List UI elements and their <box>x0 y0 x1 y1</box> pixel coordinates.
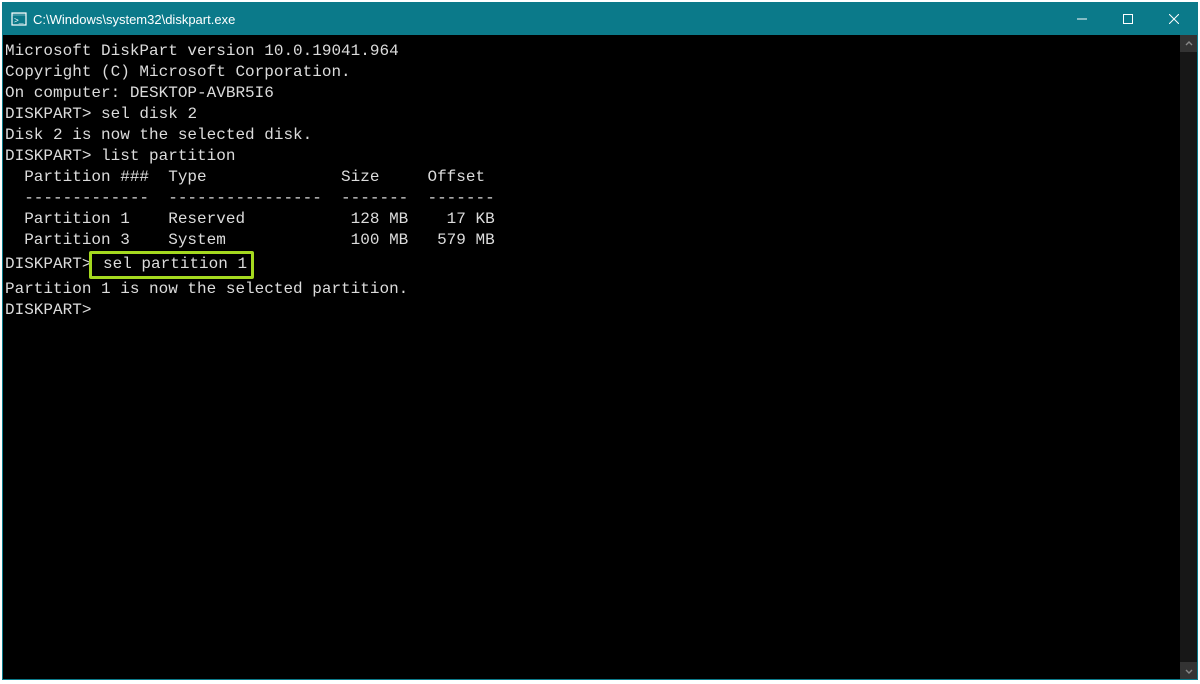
cmd-sel-disk: sel disk 2 <box>91 105 197 123</box>
scroll-down-button[interactable] <box>1180 662 1197 679</box>
terminal-output[interactable]: Microsoft DiskPart version 10.0.19041.96… <box>3 35 1180 679</box>
svg-text:>_: >_ <box>14 17 24 26</box>
maximize-button[interactable] <box>1105 3 1151 35</box>
scroll-track[interactable] <box>1180 52 1197 662</box>
cmd-list-partition: list partition <box>91 147 235 165</box>
cmd-line-highlighted: DISKPART> sel partition 1 <box>5 251 1180 279</box>
scroll-up-button[interactable] <box>1180 35 1197 52</box>
prompt-text: DISKPART> <box>5 147 91 165</box>
copyright-line: Copyright (C) Microsoft Corporation. <box>5 62 1180 83</box>
vertical-scrollbar[interactable] <box>1180 35 1197 679</box>
highlight-annotation: sel partition 1 <box>89 251 254 279</box>
table-divider: ------------- ---------------- ------- -… <box>5 188 1180 209</box>
app-icon: >_ <box>11 11 27 27</box>
titlebar[interactable]: >_ C:\Windows\system32\diskpart.exe <box>3 3 1197 35</box>
table-row: Partition 1 Reserved 128 MB 17 KB <box>5 209 1180 230</box>
cmd-line: DISKPART> sel disk 2 <box>5 104 1180 125</box>
window-controls <box>1059 3 1197 35</box>
version-line: Microsoft DiskPart version 10.0.19041.96… <box>5 41 1180 62</box>
response-line: Partition 1 is now the selected partitio… <box>5 279 1180 300</box>
minimize-button[interactable] <box>1059 3 1105 35</box>
table-row: Partition 3 System 100 MB 579 MB <box>5 230 1180 251</box>
window-title: C:\Windows\system32\diskpart.exe <box>33 12 1059 27</box>
prompt-text: DISKPART> <box>5 255 91 273</box>
content-area: Microsoft DiskPart version 10.0.19041.96… <box>3 35 1197 679</box>
close-button[interactable] <box>1151 3 1197 35</box>
table-header: Partition ### Type Size Offset <box>5 167 1180 188</box>
prompt-text: DISKPART> <box>5 105 91 123</box>
prompt-line: DISKPART> <box>5 300 1180 321</box>
console-window: >_ C:\Windows\system32\diskpart.exe Micr… <box>2 2 1198 680</box>
response-line: Disk 2 is now the selected disk. <box>5 125 1180 146</box>
cmd-line: DISKPART> list partition <box>5 146 1180 167</box>
cmd-sel-partition: sel partition 1 <box>93 255 247 273</box>
computer-line: On computer: DESKTOP-AVBR5I6 <box>5 83 1180 104</box>
